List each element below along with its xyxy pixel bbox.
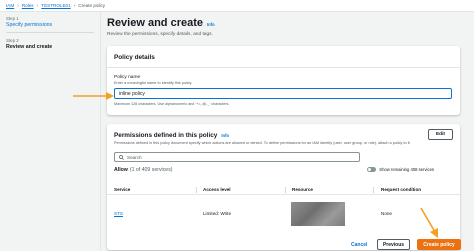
step-1-link[interactable]: Specify permissions — [6, 22, 96, 28]
permissions-panel: Permissions defined in this policy Info … — [107, 124, 460, 250]
search-placeholder: Search — [127, 154, 142, 160]
cancel-button[interactable]: Cancel — [351, 242, 367, 248]
table-row: STS Limited: Write None — [107, 202, 460, 227]
column-access-level[interactable]: Access level — [203, 187, 231, 192]
toggle-label: Show remaining 408 services — [379, 167, 434, 172]
allow-summary: Allow (1 of 409 services) — [114, 167, 173, 173]
policy-name-input[interactable]: inline policy — [114, 88, 452, 99]
policy-name-value: inline policy — [119, 90, 145, 97]
service-link[interactable]: STS — [114, 211, 123, 216]
column-divider — [373, 187, 374, 193]
step-1-number: Step 1 — [6, 16, 19, 21]
panel-title: Permissions defined in this policy — [114, 132, 218, 139]
policy-name-hint: Maximum 128 characters. Use alphanumeric… — [114, 102, 230, 106]
policy-details-heading: Policy details — [107, 46, 460, 61]
page-title: Review and create — [107, 17, 203, 29]
allow-count: (1 of 409 services) — [129, 167, 173, 173]
policy-name-label: Policy name — [114, 75, 141, 80]
column-resource[interactable]: Resource — [292, 187, 313, 192]
breadcrumb: IAM › Roles › TESTROLE01 › Create policy — [0, 0, 474, 12]
policy-details-panel: Policy details Policy name Enter a meani… — [107, 46, 460, 115]
breadcrumb-current: Create policy — [78, 3, 106, 8]
step-2-number: Step 2 — [6, 38, 19, 43]
breadcrumb-role[interactable]: TESTROLE01 — [41, 3, 70, 8]
nav-divider — [100, 12, 101, 251]
step-divider — [6, 32, 94, 33]
panel-divider — [107, 67, 460, 68]
request-condition-value: None — [381, 211, 392, 216]
annotation-arrow-icon — [420, 207, 438, 238]
breadcrumb-roles[interactable]: Roles — [22, 3, 34, 8]
allow-label: Allow — [114, 167, 128, 173]
column-divider — [196, 187, 197, 193]
access-level-value: Limited: Write — [203, 211, 231, 216]
search-icon — [119, 154, 124, 160]
column-divider — [285, 187, 286, 193]
column-request-condition[interactable]: Request condition — [381, 187, 421, 192]
page-subtitle: Review the permissions, specify details,… — [107, 32, 213, 37]
permissions-heading: Permissions defined in this policy Info — [107, 124, 460, 139]
column-service[interactable]: Service — [114, 187, 130, 192]
search-input[interactable]: Search — [114, 152, 360, 162]
step-2-label: Review and create — [6, 44, 53, 50]
page-header: Review and create Info — [107, 17, 215, 29]
redacted-resource — [291, 202, 345, 226]
annotation-arrow-icon — [73, 92, 114, 100]
create-policy-button[interactable]: Create policy — [417, 239, 461, 250]
policy-name-description: Enter a meaningful name to identify this… — [114, 81, 193, 85]
show-remaining-toggle[interactable]: Show remaining 408 services — [367, 167, 434, 172]
previous-button[interactable]: Previous — [377, 239, 410, 250]
chevron-right-icon: › — [17, 2, 19, 9]
breadcrumb-iam[interactable]: IAM — [6, 3, 14, 8]
permissions-description: Permissions defined in this policy docum… — [114, 141, 411, 145]
wizard-steps: Step 1 Specify permissions Step 2 Review… — [6, 16, 96, 50]
table-header: Service Access level Resource Request co… — [107, 185, 460, 195]
chevron-right-icon: › — [36, 2, 39, 9]
panel-title: Policy details — [114, 54, 155, 61]
info-link[interactable]: Info — [221, 133, 229, 138]
chevron-right-icon: › — [73, 2, 76, 9]
toggle-switch[interactable] — [367, 167, 377, 172]
info-link[interactable]: Info — [207, 22, 215, 27]
edit-button[interactable]: Edit — [428, 129, 453, 140]
